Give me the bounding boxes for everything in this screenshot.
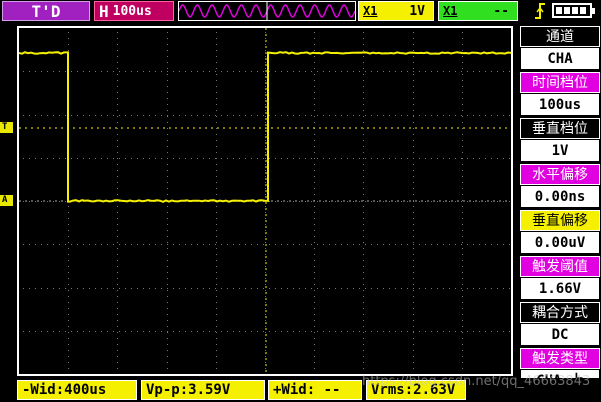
trigger-edge-icon bbox=[533, 2, 547, 20]
setting-value: CHA bbox=[520, 47, 600, 70]
ch2-scale-value: -- bbox=[493, 4, 509, 19]
channel-a-ground-marker[interactable]: A bbox=[0, 195, 13, 206]
setting-value: 1V bbox=[520, 139, 600, 162]
setting-value: DC bbox=[520, 323, 600, 346]
timebase-indicator[interactable]: H 100us bbox=[94, 1, 174, 21]
setting-label: 触发阈值 bbox=[520, 256, 600, 277]
setting-label: 垂直偏移 bbox=[520, 210, 600, 231]
setting-1[interactable]: 时间档位 100us bbox=[520, 72, 600, 116]
scope-display[interactable] bbox=[17, 26, 513, 376]
channel-b-scale[interactable]: X1 -- bbox=[438, 1, 518, 21]
setting-label: 耦合方式 bbox=[520, 302, 600, 323]
setting-label: 垂直档位 bbox=[520, 118, 600, 139]
timebase-value: 100us bbox=[113, 4, 152, 19]
setting-0[interactable]: 通道 CHA bbox=[520, 26, 600, 70]
timebase-letter: H bbox=[99, 2, 109, 21]
setting-3[interactable]: 水平偏移 0.00ns bbox=[520, 164, 600, 208]
setting-value: 1.66V bbox=[520, 277, 600, 300]
waveform-overview bbox=[178, 1, 356, 21]
setting-label: 通道 bbox=[520, 26, 600, 47]
setting-value: 0.00ns bbox=[520, 185, 600, 208]
setting-label: 时间档位 bbox=[520, 72, 600, 93]
setting-2[interactable]: 垂直档位 1V bbox=[520, 118, 600, 162]
battery-icon bbox=[552, 3, 592, 18]
ch1-scale-value: 1V bbox=[409, 4, 425, 19]
vpp-measurement: Vp-p:3.59V bbox=[141, 380, 265, 400]
negative-width-measurement: -Wid:400us bbox=[17, 380, 137, 400]
positive-width-measurement: +Wid: -- bbox=[268, 380, 362, 400]
scope-grid bbox=[19, 28, 511, 374]
mode-indicator[interactable]: T'D bbox=[2, 1, 90, 21]
setting-value: 100us bbox=[520, 93, 600, 116]
setting-label: 触发类型 bbox=[520, 348, 600, 369]
trigger-level-marker[interactable]: T bbox=[0, 122, 13, 133]
channel-a-scale[interactable]: X1 1V bbox=[358, 1, 434, 21]
setting-5[interactable]: 触发阈值 1.66V bbox=[520, 256, 600, 300]
setting-6[interactable]: 耦合方式 DC bbox=[520, 302, 600, 346]
setting-label: 水平偏移 bbox=[520, 164, 600, 185]
setting-4[interactable]: 垂直偏移 0.00uV bbox=[520, 210, 600, 254]
top-status-bar: T'D H 100us X1 1V X1 -- bbox=[0, 0, 601, 24]
ch2-probe-label: X1 bbox=[443, 4, 457, 18]
sine-wave-icon bbox=[179, 2, 355, 20]
ch1-probe-label: X1 bbox=[363, 4, 377, 18]
watermark: https://blog.csdn.net/qq_46663843 bbox=[362, 374, 590, 389]
setting-value: 0.00uV bbox=[520, 231, 600, 254]
